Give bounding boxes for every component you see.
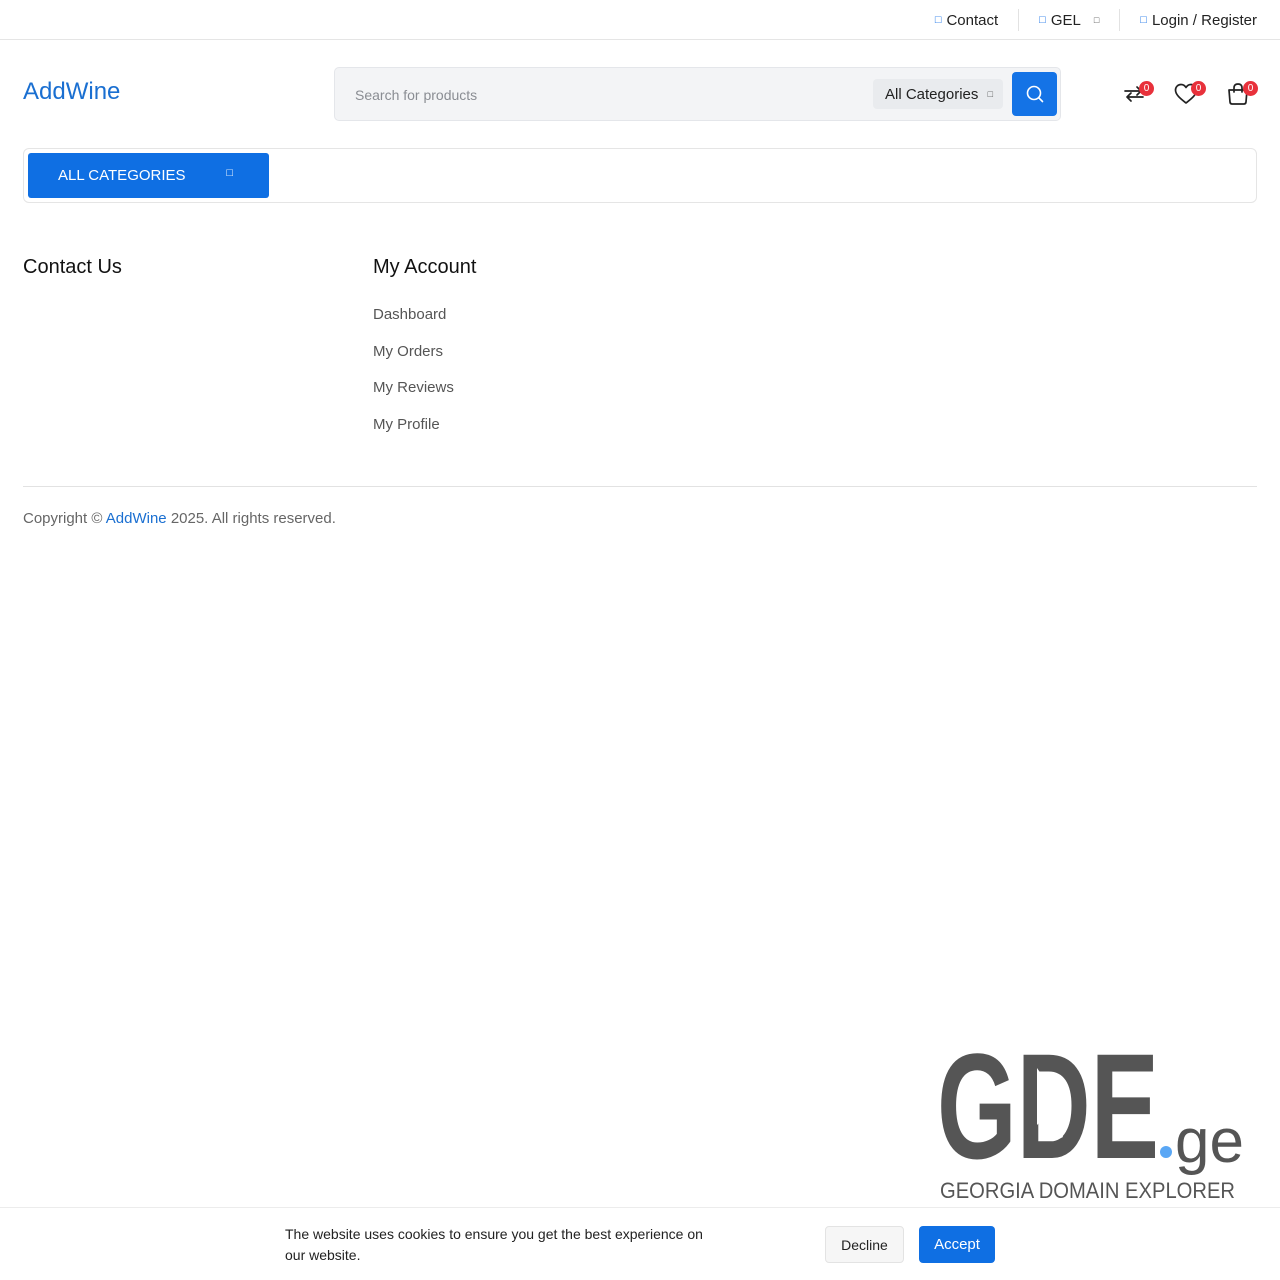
my-account-title: My Account [373,256,477,278]
all-categories-button[interactable]: ALL CATEGORIES □ [28,153,269,198]
account-link-orders[interactable]: My Orders [373,342,454,379]
decline-button[interactable]: Decline [825,1226,904,1263]
search-bar: All Categories □ [334,67,1061,121]
cookie-message: The website uses cookies to ensure you g… [285,1226,703,1263]
menu-icon: □ [226,167,233,179]
logo-dot [1160,1146,1172,1158]
copyright-brand-link[interactable]: AddWine [106,510,167,527]
chevron-down-icon: □ [987,89,993,99]
chevron-down-icon: □ [1093,15,1100,25]
login-register-link[interactable]: □ Login / Register [1119,9,1257,31]
currency-selector[interactable]: □ GEL □ [1018,9,1119,31]
phone-icon: □ [934,14,942,26]
all-categories-label: ALL CATEGORIES [58,167,186,184]
search-input[interactable] [355,82,855,108]
copyright-prefix: Copyright © [23,510,103,527]
category-select-value: All Categories [885,85,979,103]
currency-label: GEL [1050,11,1081,29]
gde-watermark-logo: GDE ge GEORGIA DOMAIN EXPLORER [937,1030,1244,1203]
accept-button[interactable]: Accept [919,1226,995,1263]
wishlist-button[interactable]: 0 [1172,80,1206,108]
search-icon [1026,85,1043,103]
cart-button[interactable]: 0 [1224,80,1258,108]
account-link-dashboard[interactable]: Dashboard [373,305,454,342]
account-link-profile[interactable]: My Profile [373,415,454,452]
site-logo[interactable]: AddWine [23,78,120,106]
wishlist-count-badge: 0 [1191,81,1206,96]
copyright-suffix: 2025. All rights reserved. [170,510,336,527]
category-nav-bar: ALL CATEGORIES □ [23,148,1257,203]
account-link-reviews[interactable]: My Reviews [373,378,454,415]
search-button[interactable] [1012,72,1057,116]
currency-icon: □ [1039,14,1046,26]
cookie-consent-bar: The website uses cookies to ensure you g… [0,1207,1280,1280]
contact-link[interactable]: □ Contact [915,9,1018,31]
contact-label: Contact [946,11,999,29]
user-icon: □ [1140,14,1147,26]
account-links-list: Dashboard My Orders My Reviews My Profil… [373,305,454,451]
cart-count-badge: 0 [1243,81,1258,96]
login-label: Login / Register [1151,11,1257,29]
top-bar: □ Contact □ GEL □ □ Login / Register [0,0,1280,40]
footer-divider [23,486,1257,487]
copyright-text: Copyright © AddWine 2025. All rights res… [23,510,336,527]
contact-us-title: Contact Us [23,256,122,278]
top-bar-links: □ Contact □ GEL □ □ Login / Register [915,0,1257,40]
compare-button[interactable]: 0 [1120,80,1154,108]
compare-count-badge: 0 [1139,81,1154,96]
gde-tagline: GEORGIA DOMAIN EXPLORER [940,1178,1235,1203]
category-select[interactable]: All Categories □ [873,79,1003,109]
gde-logo-tld: ge [1175,1107,1244,1176]
